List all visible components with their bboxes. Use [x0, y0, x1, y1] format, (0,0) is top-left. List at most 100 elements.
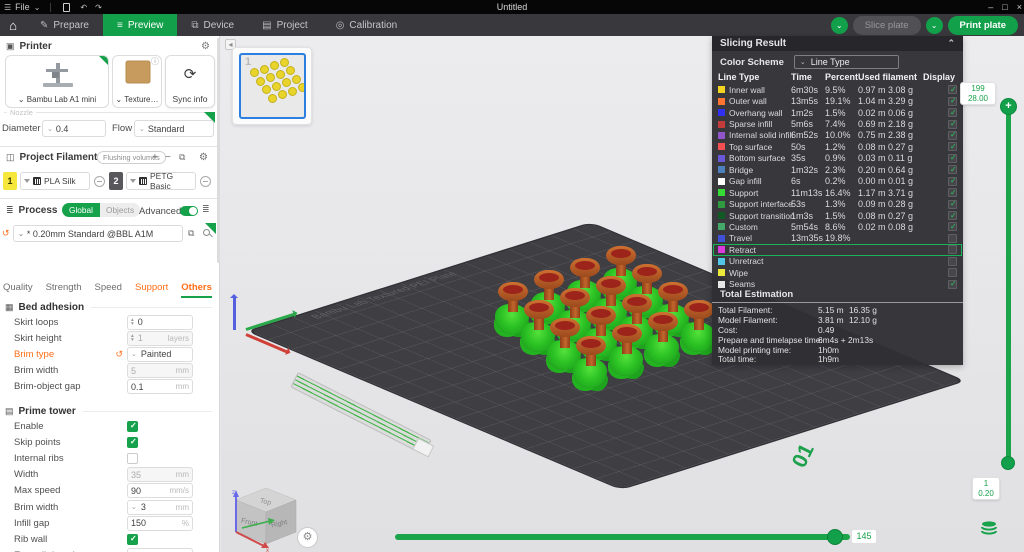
- param-tab[interactable]: Others: [181, 282, 212, 298]
- line-type-row[interactable]: Sparse infill 5m6s 7.4% 0.69 m 2.18 g: [713, 118, 962, 129]
- advanced-toggle[interactable]: [180, 206, 198, 216]
- printed-object[interactable]: [573, 336, 609, 394]
- panel-collapse-icon[interactable]: ⌃: [947, 38, 955, 49]
- display-checkbox[interactable]: [948, 200, 957, 209]
- filament-index-chip[interactable]: 1: [3, 172, 17, 190]
- printer-name-dropdown[interactable]: ⌄ Bambu Lab A1 mini: [6, 95, 108, 104]
- param-tab[interactable]: Speed: [95, 282, 122, 298]
- line-type-row[interactable]: Support 11m13s 16.4% 1.17 m 3.71 g: [713, 187, 962, 198]
- layer-slider-track[interactable]: [1006, 106, 1011, 463]
- tab-prepare[interactable]: ✎ Prepare: [26, 14, 103, 36]
- slice-plate-button[interactable]: Slice plate: [853, 16, 921, 35]
- line-type-row[interactable]: Support transition 1m3s 1.5% 0.08 m 0.27…: [713, 210, 962, 221]
- spinner-arrows-icon[interactable]: ▴▾: [131, 318, 134, 327]
- plate-thumbnail-card[interactable]: 1: [232, 47, 312, 125]
- remove-filament-icon[interactable]: −: [165, 152, 171, 163]
- line-type-row[interactable]: Retract: [713, 244, 962, 255]
- printer-settings-gear-icon[interactable]: ⚙: [201, 41, 210, 52]
- display-checkbox[interactable]: [948, 280, 957, 289]
- setting-input[interactable]: ▴▾ ⌄ 0 mm: [127, 548, 193, 552]
- line-type-row[interactable]: Outer wall 13m5s 19.1% 1.04 m 3.29 g: [713, 95, 962, 106]
- line-type-row[interactable]: Bridge 1m32s 2.3% 0.20 m 0.64 g: [713, 164, 962, 175]
- flow-dropdown[interactable]: ⌄ Standard: [134, 120, 214, 137]
- setting-input[interactable]: ▴▾ ⌄ 3 mm: [127, 500, 193, 515]
- line-type-row[interactable]: Custom 5m54s 8.6% 0.02 m 0.08 g: [713, 221, 962, 232]
- display-checkbox[interactable]: [948, 222, 957, 231]
- line-type-row[interactable]: Wipe: [713, 267, 962, 278]
- home-icon[interactable]: ⌂: [0, 14, 26, 36]
- filament-index-chip[interactable]: 2: [109, 172, 123, 190]
- plate-type-dropdown[interactable]: ⌄ Texture…: [113, 95, 161, 104]
- setting-input[interactable]: ▴▾ ⌄ 90 mm/s: [127, 483, 193, 498]
- plate-type-card[interactable]: ⓘ ⌄ Texture…: [112, 55, 162, 108]
- printed-object[interactable]: [645, 312, 681, 370]
- line-type-row[interactable]: Internal solid infill 6m52s 10.0% 0.75 m…: [713, 130, 962, 141]
- setting-input[interactable]: ▴▾ ⌄ 150 %: [127, 516, 193, 531]
- add-filament-icon[interactable]: +: [152, 152, 158, 163]
- maximize-button[interactable]: □: [1002, 2, 1007, 12]
- reset-process-icon[interactable]: ↺: [2, 228, 10, 239]
- setting-input[interactable]: ▴▾ ⌄ 0: [127, 315, 193, 330]
- compare-preset-icon[interactable]: ⧉: [188, 228, 194, 239]
- line-type-row[interactable]: Inner wall 6m30s 9.5% 0.97 m 3.08 g: [713, 84, 962, 95]
- display-checkbox[interactable]: [948, 177, 957, 186]
- line-type-row[interactable]: Overhang wall 1m2s 1.5% 0.02 m 0.06 g: [713, 107, 962, 118]
- filament-dropdown[interactable]: PLA Silk: [20, 172, 90, 190]
- setting-input[interactable]: ▴▾ ⌄ Painted: [127, 347, 193, 362]
- display-checkbox[interactable]: [948, 211, 957, 220]
- print-plate-button[interactable]: Print plate: [948, 16, 1018, 35]
- display-checkbox[interactable]: [948, 142, 957, 151]
- line-type-row[interactable]: Gap infill 6s 0.2% 0.00 m 0.01 g: [713, 176, 962, 187]
- move-slider-handle[interactable]: [827, 529, 843, 545]
- display-checkbox[interactable]: [948, 108, 957, 117]
- layer-slider-top-handle[interactable]: +: [1000, 98, 1017, 115]
- sync-info-button[interactable]: ⟳ Sync info: [165, 55, 215, 108]
- setting-checkbox[interactable]: [127, 534, 138, 545]
- setting-input[interactable]: ▴▾ ⌄ 35 mm: [127, 467, 193, 482]
- process-preset-dropdown[interactable]: ⌄ * 0.20mm Standard @BBL A1M: [13, 225, 183, 242]
- param-tab[interactable]: Quality: [3, 282, 33, 298]
- display-checkbox[interactable]: [948, 131, 957, 140]
- setting-input[interactable]: ▴▾ ⌄ 5 mm: [127, 363, 193, 378]
- print-options-chevron[interactable]: ⌄: [926, 17, 943, 34]
- display-checkbox[interactable]: [948, 257, 957, 266]
- printed-object[interactable]: [609, 324, 645, 382]
- display-checkbox[interactable]: [948, 154, 957, 163]
- tab-project[interactable]: ▤ Project: [248, 14, 322, 36]
- remove-circle-icon[interactable]: [200, 176, 211, 187]
- tab-calibration[interactable]: ◎ Calibration: [322, 14, 412, 36]
- param-tab[interactable]: Strength: [46, 282, 82, 298]
- color-scheme-dropdown[interactable]: ⌄ Line Type: [794, 55, 899, 69]
- close-button[interactable]: ×: [1017, 2, 1022, 12]
- display-checkbox[interactable]: [948, 165, 957, 174]
- display-checkbox[interactable]: [948, 234, 957, 243]
- setting-input[interactable]: ▴▾ ⌄ 0.1 mm: [127, 379, 193, 394]
- setting-checkbox[interactable]: [127, 453, 138, 464]
- setting-checkbox[interactable]: [127, 421, 138, 432]
- setting-checkbox[interactable]: [127, 437, 138, 448]
- display-checkbox[interactable]: [948, 85, 957, 94]
- undo-modified-icon[interactable]: ↺: [115, 349, 123, 360]
- line-type-row[interactable]: Unretract: [713, 256, 962, 267]
- display-checkbox[interactable]: [948, 120, 957, 129]
- layer-slider-bottom-handle[interactable]: [1001, 456, 1015, 470]
- line-type-row[interactable]: Support interface 53s 1.3% 0.09 m 0.28 g: [713, 198, 962, 209]
- global-toggle[interactable]: Global: [62, 203, 100, 217]
- plate-settings-button[interactable]: ⚙: [297, 527, 318, 548]
- info-icon[interactable]: ⓘ: [151, 56, 159, 67]
- line-type-row[interactable]: Travel 13m35s 19.8%: [713, 233, 962, 244]
- objects-toggle[interactable]: Objects: [100, 203, 140, 217]
- printer-card[interactable]: ⌄ Bambu Lab A1 mini: [5, 55, 109, 108]
- duplicate-filament-icon[interactable]: ⧉: [179, 152, 185, 163]
- layers-stack-icon[interactable]: [980, 519, 998, 537]
- list-view-icon[interactable]: ≣: [202, 204, 210, 215]
- plate-thumbnail[interactable]: 1: [239, 53, 306, 119]
- filament-dropdown[interactable]: PETG Basic: [126, 172, 196, 190]
- line-type-row[interactable]: Top surface 50s 1.2% 0.08 m 0.27 g: [713, 141, 962, 152]
- spinner-arrows-icon[interactable]: ▴▾: [131, 334, 134, 343]
- setting-input[interactable]: ▴▾ ⌄ 1 layers: [127, 331, 193, 346]
- remove-circle-icon[interactable]: [94, 176, 105, 187]
- minimize-button[interactable]: –: [988, 2, 993, 12]
- display-checkbox[interactable]: [948, 188, 957, 197]
- display-checkbox[interactable]: [948, 268, 957, 277]
